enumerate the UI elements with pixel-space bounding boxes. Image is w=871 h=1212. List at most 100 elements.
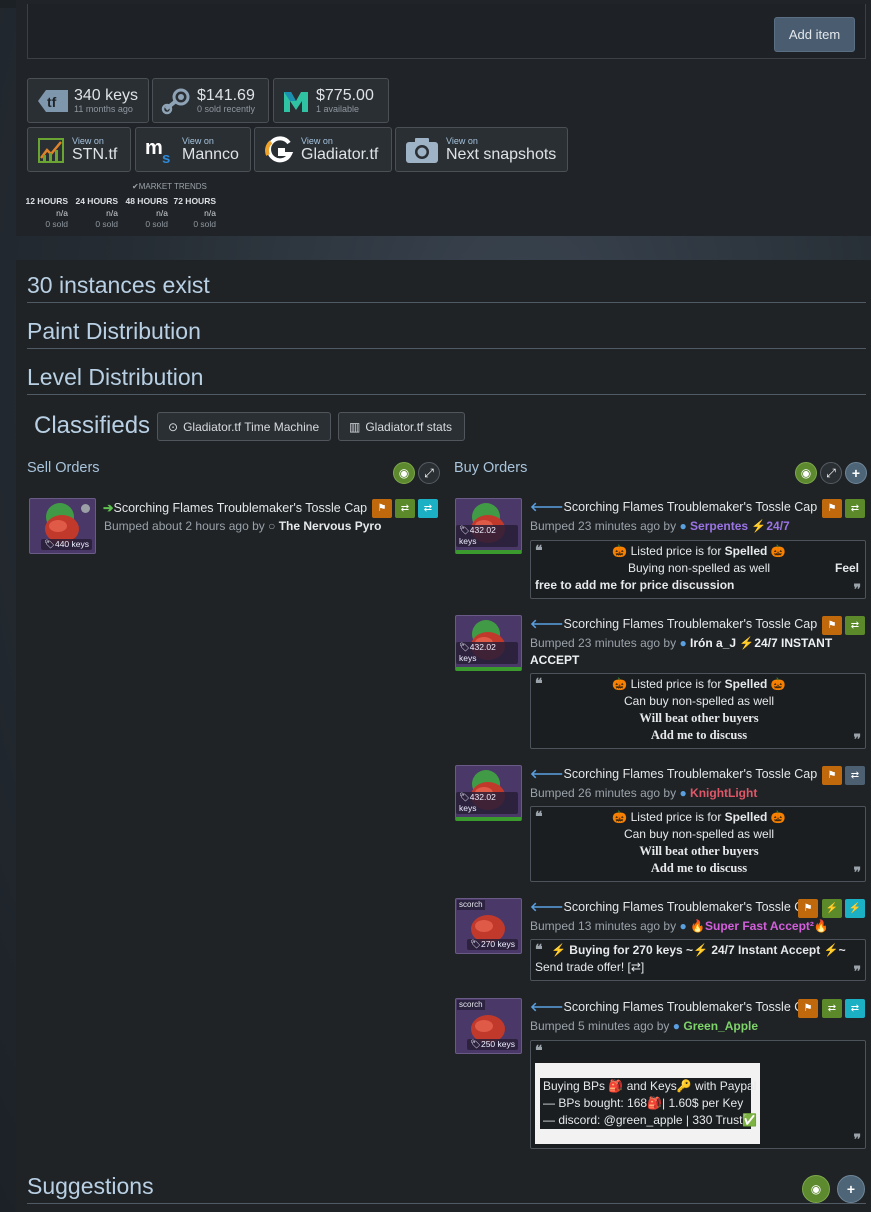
add-suggestion-button[interactable]: + <box>837 1175 865 1203</box>
backpack-emoji-icon: 🎒 <box>608 1079 624 1093</box>
backpack-price-sub: 11 months ago <box>74 104 133 114</box>
arrow-left-icon: 🡐 <box>530 900 564 914</box>
buy-item-title[interactable]: 🡐Scorching Flames Troublemaker's Tossle … <box>530 767 817 782</box>
level-distribution-heading[interactable]: Level Distribution <box>27 364 866 395</box>
item-info-panel: Add item tf 340 keys 11 months ago $141.… <box>16 0 871 236</box>
toggle-visibility-button[interactable]: ◉ <box>802 1175 830 1203</box>
market-trends-title: ✔MARKET TRENDS <box>132 182 207 191</box>
expand-button[interactable]: ⤢ <box>418 462 440 484</box>
sell-item-title[interactable]: ➔Scorching Flames Troublemaker's Tossle … <box>103 500 367 515</box>
unusual-dot <box>81 504 90 513</box>
buy-item-price: 🏷250 keys <box>467 1039 518 1050</box>
buy-item-user[interactable]: Irón a_J <box>690 636 736 650</box>
buy-item-message: ❝ ⚡ Buying for 270 keys ~⚡ 24/7 Instant … <box>530 939 866 981</box>
svg-text:m: m <box>145 137 163 159</box>
sell-item-bumped: Bumped about 2 hours ago by ○ The Nervou… <box>104 519 382 533</box>
arrow-left-icon: 🡐 <box>530 500 564 514</box>
suggestions-heading[interactable]: Suggestions <box>27 1173 866 1204</box>
status-dot-icon: ● <box>679 919 687 933</box>
instances-heading[interactable]: 30 instances exist <box>27 272 866 303</box>
sell-item-user[interactable]: The Nervous Pyro <box>279 519 382 533</box>
steam-icon <box>161 88 190 114</box>
trade-offer-button[interactable]: ⇄ <box>822 999 842 1018</box>
expand-button[interactable]: ⤢ <box>820 462 842 484</box>
sell-item-price: 🏷440 keys <box>41 539 92 550</box>
buy-item-title[interactable]: 🡐Scorching Flames Troublemaker's Tossle … <box>530 1000 817 1015</box>
stats-label: Gladiator.tf stats <box>365 419 453 434</box>
eye-icon: ◉ <box>398 466 410 480</box>
buy-item-title[interactable]: 🡐Scorching Flames Troublemaker's Tossle … <box>530 617 817 632</box>
gladiator-link-name: Gladiator.tf <box>301 145 379 163</box>
buy-item-title[interactable]: 🡐Scorching Flames Troublemaker's Tossle … <box>530 900 817 915</box>
buy-item-title[interactable]: 🡐Scorching Flames Troublemaker's Tossle … <box>530 500 817 515</box>
quick-trade-button[interactable]: ⚡ <box>822 899 842 918</box>
arrow-left-icon: 🡐 <box>530 617 564 631</box>
backpack-price[interactable]: tf 340 keys 11 months ago <box>27 78 149 123</box>
buy-item-image[interactable]: 🏷432.02 keys <box>455 498 522 554</box>
sell-item-image[interactable]: 🏷440 keys <box>29 498 96 554</box>
buy-orders-heading: Buy Orders <box>454 460 528 476</box>
stn-link-name: STN.tf <box>72 145 118 163</box>
buy-item-user[interactable]: Green_Apple <box>683 1019 758 1033</box>
bolt-icon: ⚡ <box>693 943 708 957</box>
buy-item-user[interactable]: KnightLight <box>690 786 757 800</box>
report-flag-button[interactable]: ⚑ <box>822 766 842 785</box>
report-flag-button[interactable]: ⚑ <box>372 499 392 518</box>
bolt-icon: ⚡ <box>751 519 767 533</box>
add-buy-order-button[interactable]: + <box>845 462 867 484</box>
time-machine-button[interactable]: ⊙ Gladiator.tf Time Machine <box>157 412 331 441</box>
buy-item-bumped: Bumped 23 minutes ago by ● Irón a_J ⚡24/… <box>530 636 833 650</box>
buy-item-image[interactable]: 🏷432.02 keys <box>455 765 522 821</box>
marketplace-price[interactable]: $775.00 1 available <box>273 78 389 123</box>
add-item-button[interactable]: Add item <box>774 17 855 52</box>
marketplace-price-sub: 1 available <box>316 104 360 114</box>
stats-button[interactable]: ▥ Gladiator.tf stats <box>338 412 465 441</box>
buy-item-message: ❝ Buying BPs 🎒 and Keys🔑 with Paypal — B… <box>530 1040 866 1149</box>
buy-item-price: 🏷432.02 keys <box>456 525 518 547</box>
view-on-mannco-link[interactable]: m s View on Mannco <box>135 127 251 172</box>
view-on-gladiator-link[interactable]: View on Gladiator.tf <box>254 127 392 172</box>
buy-item-user[interactable]: Super Fast Accept² <box>705 919 814 933</box>
trend-24h: 24 HOURS n/a 0 sold <box>75 196 118 229</box>
backpack-price-value: 340 keys <box>74 87 139 104</box>
bolt-icon: ⚡ <box>739 636 755 650</box>
buy-item-user-extra: ACCEPT <box>530 653 580 667</box>
trade-offer-button[interactable]: ⇄ <box>845 616 865 635</box>
instant-trade-button[interactable]: ⚡ <box>845 899 865 918</box>
trend-12h: 12 HOURS n/a 0 sold <box>25 196 68 229</box>
buy-item-price: 🏷432.02 keys <box>456 792 518 814</box>
report-flag-button[interactable]: ⚑ <box>822 616 842 635</box>
trade-offer-button[interactable]: ⇄ <box>395 499 415 518</box>
mannco-icon: m s <box>145 137 170 165</box>
time-machine-label: Gladiator.tf Time Machine <box>183 419 320 434</box>
status-dot-icon: ● <box>679 519 687 533</box>
expand-icon: ⤢ <box>424 465 434 480</box>
svg-text:s: s <box>162 150 170 165</box>
check-icon: ✅ <box>742 1113 758 1127</box>
buy-item-user[interactable]: Serpentes <box>690 519 748 533</box>
gladiator-icon <box>265 135 294 162</box>
buy-item-bumped: Bumped 23 minutes ago by ● Serpentes ⚡24… <box>530 519 790 533</box>
trade-offer-button[interactable]: ⇄ <box>845 766 865 785</box>
buy-item-bumped: Bumped 13 minutes ago by ● 🔥Super Fast A… <box>530 919 829 933</box>
bar-chart-icon: ▥ <box>349 419 361 434</box>
view-on-stn-link[interactable]: View on STN.tf <box>27 127 131 172</box>
backpack-emoji-icon: 🎒 <box>647 1096 663 1110</box>
buy-item-image[interactable]: scorch 🏷250 keys <box>455 998 522 1054</box>
report-flag-button[interactable]: ⚑ <box>798 999 818 1018</box>
paint-distribution-heading[interactable]: Paint Distribution <box>27 318 866 349</box>
toggle-visibility-button[interactable]: ◉ <box>795 462 817 484</box>
instant-trade-button[interactable]: ⇄ <box>845 999 865 1018</box>
report-flag-button[interactable]: ⚑ <box>798 899 818 918</box>
instant-trade-button[interactable]: ⇄ <box>418 499 438 518</box>
toggle-visibility-button[interactable]: ◉ <box>393 462 415 484</box>
arrow-right-icon: ➔ <box>103 501 114 515</box>
buy-item-price: 🏷270 keys <box>467 939 518 950</box>
buy-item-image[interactable]: 🏷432.02 keys <box>455 615 522 671</box>
report-flag-button[interactable]: ⚑ <box>822 499 842 518</box>
buy-item-image[interactable]: scorch 🏷270 keys <box>455 898 522 954</box>
view-on-next-snapshots-link[interactable]: View on Next snapshots <box>395 127 568 172</box>
trade-offer-button[interactable]: ⇄ <box>845 499 865 518</box>
steam-price[interactable]: $141.69 0 sold recently <box>152 78 269 123</box>
view-on-label: View on <box>182 135 214 146</box>
